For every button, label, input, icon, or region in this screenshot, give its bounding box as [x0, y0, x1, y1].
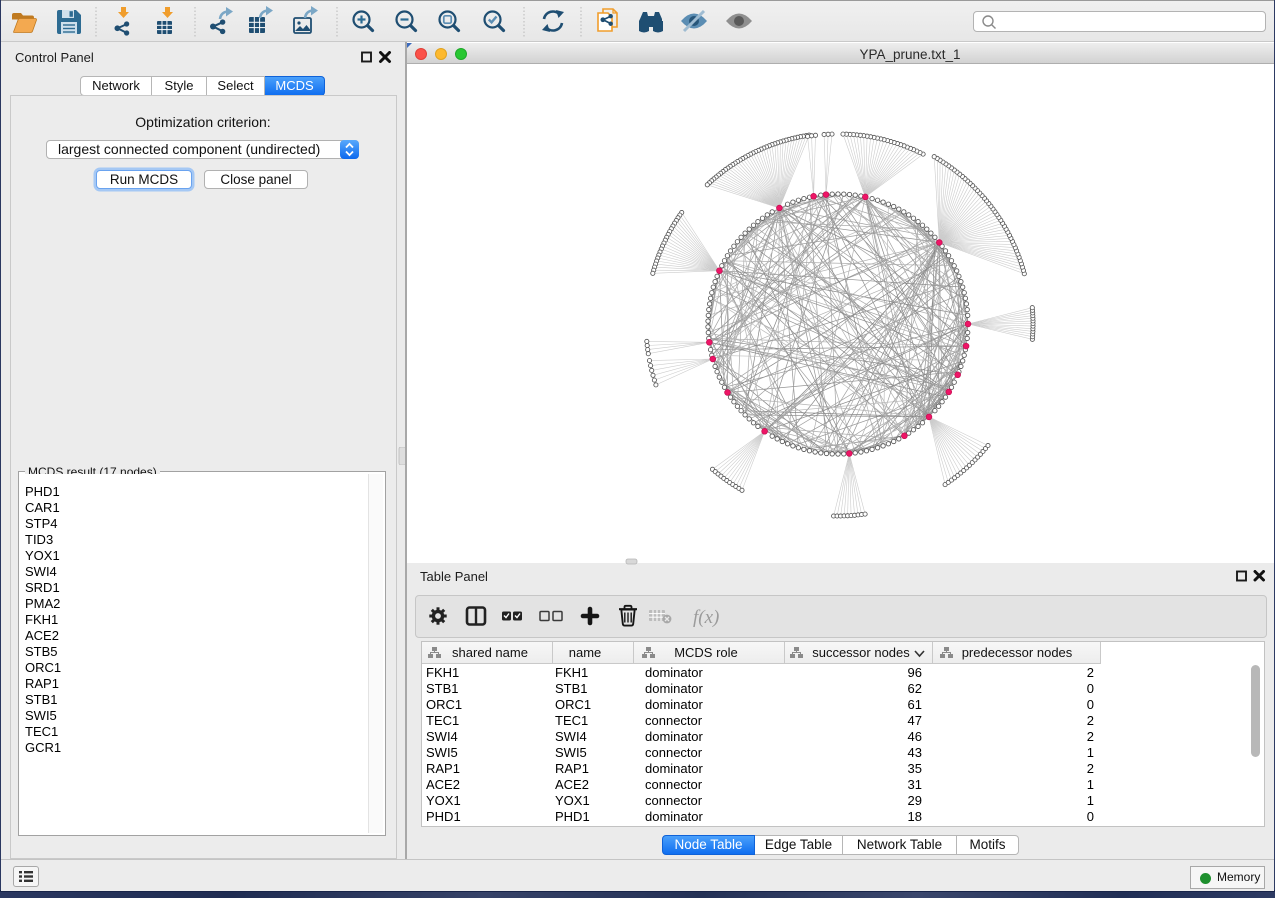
svg-text:f(x): f(x): [693, 607, 719, 628]
